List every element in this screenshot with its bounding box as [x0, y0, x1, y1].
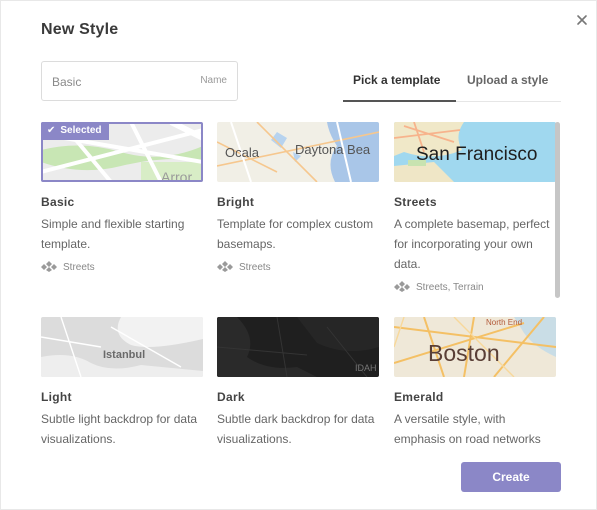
template-thumbnail-bright[interactable]: Ocala Daytona Bea: [217, 122, 379, 182]
template-title: Emerald: [394, 390, 444, 404]
template-card-streets[interactable]: San Francisco Streets A complete basemap…: [394, 122, 556, 312]
name-field-label: Name: [200, 75, 227, 86]
template-title: Dark: [217, 390, 245, 404]
template-tag: Streets: [41, 260, 95, 273]
light-map-label: Istanbul: [103, 349, 145, 361]
selected-badge: ✔ Selected: [41, 122, 109, 140]
template-card-basic[interactable]: Arror ✔ Selected Basic Simple and flexibl…: [41, 122, 203, 312]
streets-map-preview: San Francisco: [394, 122, 556, 182]
template-thumbnail-emerald[interactable]: North End Boston: [394, 317, 556, 377]
selected-badge-label: Selected: [60, 125, 102, 136]
style-name-field[interactable]: Name: [41, 61, 238, 101]
new-style-dialog: New Style Name Pick a template Upload a …: [0, 0, 597, 510]
dialog-title: New Style: [41, 21, 119, 38]
template-title: Bright: [217, 195, 255, 209]
template-tag: Streets: [217, 260, 271, 273]
template-thumbnail-basic[interactable]: Arror ✔ Selected: [41, 122, 203, 182]
emerald-map-preview: North End Boston: [394, 317, 556, 377]
template-description: Template for complex custom basemaps.: [217, 217, 374, 251]
template-grid: Arror ✔ Selected Basic Simple and flexibl…: [41, 122, 561, 446]
tab-upload-style[interactable]: Upload a style: [467, 73, 548, 87]
create-button[interactable]: Create: [461, 462, 561, 492]
bright-map-label-daytona: Daytona Bea: [295, 142, 371, 157]
template-tag-label: Streets, Terrain: [416, 282, 484, 293]
template-description: Simple and flexible starting template.: [41, 217, 185, 251]
template-description: A complete basemap, perfect for incorpor…: [394, 217, 550, 271]
bright-map-label-ocala: Ocala: [225, 145, 260, 160]
template-title: Basic: [41, 195, 75, 209]
template-card-dark[interactable]: IDAH Dark Subtle dark backdrop for data …: [217, 317, 379, 446]
bright-map-preview: Ocala Daytona Bea: [217, 122, 379, 182]
layers-icon: [217, 261, 233, 272]
check-icon: ✔: [47, 125, 56, 136]
template-card-emerald[interactable]: North End Boston Emerald A versatile sty…: [394, 317, 556, 446]
streets-map-label: San Francisco: [416, 144, 537, 165]
template-thumbnail-dark[interactable]: IDAH: [217, 317, 379, 377]
tab-pick-template[interactable]: Pick a template: [353, 73, 440, 87]
template-card-bright[interactable]: Ocala Daytona Bea Bright Template for co…: [217, 122, 379, 312]
template-description: Subtle light backdrop for data visualiza…: [41, 412, 198, 446]
light-map-preview: Istanbul: [41, 317, 203, 377]
template-tag-label: Streets: [239, 262, 271, 273]
layers-icon: [394, 281, 410, 292]
layers-icon: [41, 261, 57, 272]
basic-map-label: Arror: [161, 169, 192, 182]
dark-map-preview: IDAH: [217, 317, 379, 377]
template-tag: Streets, Terrain: [394, 280, 484, 293]
close-icon[interactable]: [575, 13, 589, 27]
emerald-map-label-north-end: North End: [486, 318, 522, 327]
template-tag-label: Streets: [63, 262, 95, 273]
template-description: A versatile style, with emphasis on road…: [394, 412, 541, 446]
template-thumbnail-streets[interactable]: San Francisco: [394, 122, 556, 182]
template-card-light[interactable]: Istanbul Light Subtle light backdrop for…: [41, 317, 203, 446]
active-tab-indicator: [343, 100, 456, 102]
template-title: Light: [41, 390, 72, 404]
template-title: Streets: [394, 195, 437, 209]
emerald-map-label: Boston: [428, 340, 500, 366]
style-source-tabs: Pick a template Upload a style: [343, 61, 561, 102]
template-description: Subtle dark backdrop for data visualizat…: [217, 412, 375, 446]
dark-map-label: IDAH: [355, 363, 377, 373]
template-scrollbar-thumb[interactable]: [555, 122, 560, 298]
style-name-input[interactable]: [52, 72, 192, 92]
template-thumbnail-light[interactable]: Istanbul: [41, 317, 203, 377]
